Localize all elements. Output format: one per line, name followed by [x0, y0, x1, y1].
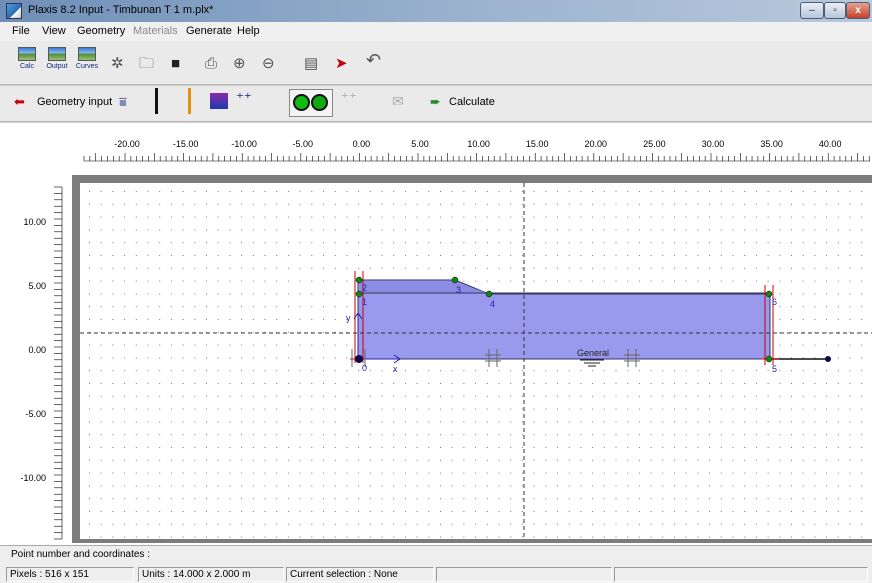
calc-label: Calc [19, 63, 34, 70]
title-bar: Plaxis 8.2 Input - Timbunan T 1 m.plx* –… [0, 0, 872, 22]
h-ruler-label: 20.00 [585, 139, 608, 149]
v-ruler-label: 5.00 [28, 281, 46, 291]
geometry-point-4 [485, 290, 493, 298]
menu-file[interactable]: File [12, 25, 30, 37]
point-label-2: 2 [362, 283, 367, 293]
menu-help[interactable]: Help [237, 25, 260, 37]
water-level-icon[interactable]: ⩸ [119, 94, 127, 110]
selection-pointer-icon[interactable]: ➤ [335, 56, 348, 71]
status-units: Units : 14.000 x 2.000 m [138, 567, 284, 582]
forward-arrow-icon[interactable]: ➨ [430, 94, 441, 110]
h-ruler-label: 5.00 [411, 139, 429, 149]
status-pixels: Pixels : 516 x 151 [6, 567, 134, 582]
geometry-point-0 [355, 355, 363, 363]
menu-generate[interactable]: Generate [186, 25, 232, 37]
h-ruler-label: 25.00 [643, 139, 666, 149]
main-toolbar: Calc Output Curves ✲ 🗀 ■ ⎙ ⊕ ⊖ ▤ ➤ ↶ [0, 41, 872, 85]
undo-icon[interactable]: ↶ [366, 51, 381, 69]
curves-button[interactable]: Curves [72, 47, 102, 79]
v-ruler-label: -10.00 [20, 473, 46, 483]
v-ruler-label: 0.00 [28, 345, 46, 355]
status-selection: Current selection : None [286, 567, 434, 582]
h-ruler-label: -20.00 [114, 139, 140, 149]
plaxis-app-icon [6, 3, 22, 19]
curves-label: Curves [75, 63, 99, 70]
h-ruler-label: 40.00 [819, 139, 842, 149]
axis-y-label: y [346, 313, 351, 323]
geometry-canvas[interactable]: -20.00 -15.00 -10.00 -5.00 0.00 5.00 10.00 15.0… [0, 123, 872, 545]
interface-tool-icon[interactable] [188, 88, 191, 114]
point-label-4: 4 [490, 299, 495, 309]
status-panel: Point number and coordinates : [0, 545, 872, 565]
calc-button[interactable]: Calc [12, 47, 42, 79]
minimize-button[interactable]: – [800, 2, 824, 19]
menu-bar: File View Geometry Materials Generate He… [0, 22, 872, 41]
output-label: Output [46, 63, 68, 70]
calc-icon [18, 47, 36, 61]
table-icon[interactable]: ▤ [304, 56, 318, 71]
maximize-button[interactable]: ▫ [824, 2, 846, 19]
zoom-out-icon[interactable]: ⊖ [262, 56, 275, 71]
h-ruler-label: 30.00 [702, 139, 725, 149]
save-icon[interactable]: ■ [171, 56, 180, 71]
geometry-input-button[interactable]: Geometry input [37, 96, 112, 108]
generate-pore-pressure-icon[interactable]: ⁺⁺ [341, 89, 357, 107]
v-ruler-label: 10.00 [23, 217, 46, 227]
point-label-3: 3 [456, 285, 461, 295]
water-pressure-icon[interactable] [210, 93, 228, 109]
output-icon [48, 47, 66, 61]
green-circle-icon-2 [311, 94, 328, 111]
menu-view[interactable]: View [42, 25, 66, 37]
h-ruler-label: 0.00 [353, 139, 371, 149]
h-ruler-label: -10.00 [231, 139, 257, 149]
h-ruler-label: -15.00 [173, 139, 199, 149]
h-ruler-label: 35.00 [760, 139, 783, 149]
h-ruler-label: 10.00 [467, 139, 490, 149]
status-extra-2 [614, 567, 868, 582]
envelope-icon[interactable]: ✉ [392, 93, 404, 110]
add-points-icon[interactable]: ⁺⁺ [236, 89, 252, 107]
cluster-general-label: General [577, 348, 609, 358]
curves-icon [78, 47, 96, 61]
back-arrow-icon[interactable]: ⬅ [14, 94, 25, 110]
close-button[interactable]: x [846, 2, 870, 19]
green-circle-icon [293, 94, 310, 111]
phase-navigation-toolbar: ⬅ Geometry input ⩸ ⁺⁺ ⁺⁺ ✉ ➨ Calculate [0, 86, 872, 122]
axis-x-label: x [393, 364, 398, 374]
point-label-1: 1 [362, 297, 367, 307]
point-label-6: 6 [772, 297, 777, 307]
geometry-point-5 [765, 355, 773, 363]
menu-geometry[interactable]: Geometry [77, 25, 125, 37]
geometry-canvas-area[interactable]: -20.00 -15.00 -10.00 -5.00 0.00 5.00 10.00 15.0… [0, 123, 872, 545]
geometry-point-3 [451, 276, 459, 284]
status-extra-1 [436, 567, 612, 582]
line-tool-icon[interactable] [155, 88, 158, 114]
window-title: Plaxis 8.2 Input - Timbunan T 1 m.plx* [28, 4, 214, 16]
output-button[interactable]: Output [42, 47, 72, 79]
zoom-in-icon[interactable]: ⊕ [233, 56, 246, 71]
h-ruler-label: 15.00 [526, 139, 549, 149]
calculate-button[interactable]: Calculate [449, 96, 495, 108]
status-bar: Pixels : 516 x 151 Units : 14.000 x 2.00… [0, 565, 872, 583]
v-ruler-label: -5.00 [25, 409, 46, 419]
new-file-icon[interactable]: ✲ [111, 56, 124, 71]
point-label-5: 5 [772, 364, 777, 374]
h-ruler-label: -5.00 [293, 139, 314, 149]
point-coordinates-title: Point number and coordinates : [11, 549, 150, 560]
menu-materials: Materials [133, 25, 178, 37]
print-icon[interactable]: ⎙ [205, 56, 217, 71]
open-file-icon[interactable]: 🗀 [139, 56, 154, 71]
end-point-marker [825, 356, 831, 362]
